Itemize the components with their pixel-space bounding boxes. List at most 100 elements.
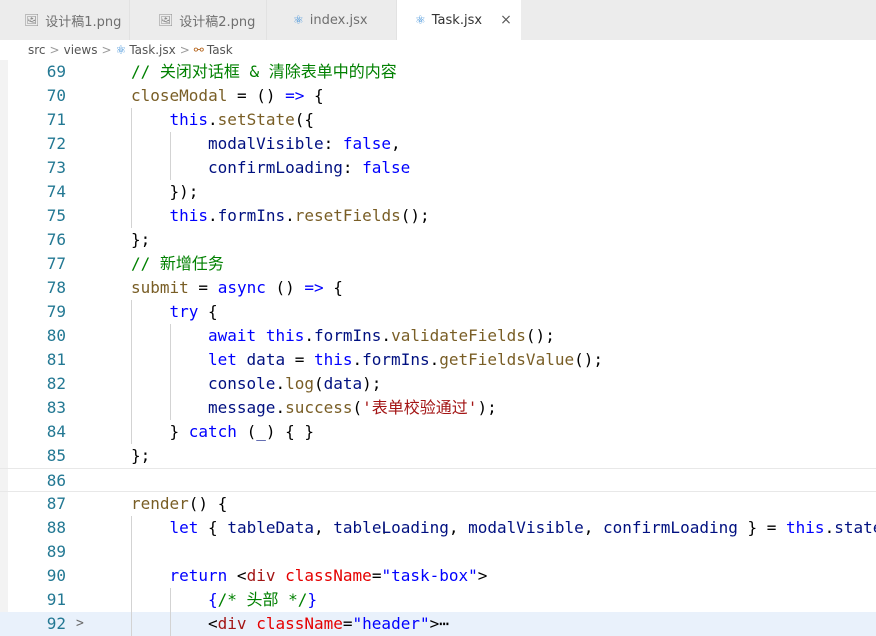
- indent-guide: [131, 588, 132, 612]
- code-token: {: [198, 518, 227, 537]
- code-line[interactable]: 91{/* 头部 */}: [0, 588, 876, 612]
- code-line[interactable]: 83message.success('表单校验通过');: [0, 396, 876, 420]
- code-token: };: [131, 230, 150, 249]
- code-token: {: [208, 590, 218, 609]
- tab-task-jsx[interactable]: ⚛ Task.jsx ×: [397, 0, 521, 40]
- code-token: modalVisible: [468, 518, 584, 537]
- indent-guide: [131, 396, 132, 420]
- chevron-right-icon: >: [101, 43, 111, 57]
- react-icon: ⚛: [116, 43, 127, 57]
- code-token: message: [208, 398, 275, 417]
- code-line[interactable]: 78submit = async () => {: [0, 276, 876, 300]
- line-number: 76: [0, 228, 66, 252]
- line-number: 86: [0, 469, 66, 493]
- code-line[interactable]: 87render() {: [0, 492, 876, 516]
- code-token: resetFields: [295, 206, 401, 225]
- line-number: 69: [0, 60, 66, 84]
- code-token: this: [170, 110, 209, 129]
- line-number: 73: [0, 156, 66, 180]
- code-text: render() {: [131, 492, 227, 516]
- code-line[interactable]: 82console.log(data);: [0, 372, 876, 396]
- tab-design-1[interactable]: 🖼 设计稿1.png: [0, 0, 130, 40]
- tab-label: 设计稿2.png: [179, 11, 255, 30]
- code-line[interactable]: 89: [0, 540, 876, 564]
- tab-label: Task.jsx: [432, 13, 482, 28]
- line-number: 71: [0, 108, 66, 132]
- code-token: );: [362, 374, 381, 393]
- code-token: =>: [285, 86, 304, 105]
- code-token: .: [275, 398, 285, 417]
- code-text: <div className="header">⋯: [208, 612, 449, 636]
- indent-guide: [131, 516, 132, 540]
- code-line[interactable]: 80await this.formIns.validateFields();: [0, 324, 876, 348]
- code-token: .: [208, 206, 218, 225]
- code-line[interactable]: 71 this.setState({: [0, 108, 876, 132]
- breadcrumb-item-file[interactable]: Task.jsx: [129, 43, 175, 57]
- line-number: 89: [0, 540, 66, 564]
- tab-design-2[interactable]: 🖼 设计稿2.png: [130, 0, 267, 40]
- code-token: .: [275, 374, 285, 393]
- code-line[interactable]: 76};: [0, 228, 876, 252]
- code-line[interactable]: 72modalVisible: false,: [0, 132, 876, 156]
- code-token: getFieldsValue: [439, 350, 574, 369]
- code-token: setState: [218, 110, 295, 129]
- code-line[interactable]: 69// 关闭对话框 & 清除表单中的内容: [0, 60, 876, 84]
- code-token: [247, 614, 257, 633]
- line-number: 81: [0, 348, 66, 372]
- code-token: render: [131, 494, 189, 513]
- code-line[interactable]: 77// 新增任务: [0, 252, 876, 276]
- code-editor[interactable]: I 69// 关闭对话框 & 清除表单中的内容70closeModal = ()…: [0, 60, 876, 628]
- code-token: className: [285, 566, 372, 585]
- code-line[interactable]: 81let data = this.formIns.getFieldsValue…: [0, 348, 876, 372]
- indent-guide: [170, 612, 171, 636]
- code-token: } =: [738, 518, 786, 537]
- code-token: false: [343, 134, 391, 153]
- indent-guide: [131, 156, 132, 180]
- code-line[interactable]: 79try {: [0, 300, 876, 324]
- code-token: :: [343, 158, 362, 177]
- code-line[interactable]: 73confirmLoading: false: [0, 156, 876, 180]
- breadcrumb-item-symbol[interactable]: Task: [207, 43, 233, 57]
- code-line[interactable]: 86: [0, 468, 876, 492]
- code-token: .: [208, 110, 218, 129]
- code-token: }: [307, 590, 317, 609]
- code-line[interactable]: 74});: [0, 180, 876, 204]
- code-token: ();: [526, 326, 555, 345]
- code-text: return <div className="task-box">: [170, 564, 488, 588]
- code-token: confirmLoading: [603, 518, 738, 537]
- indent-guide: [131, 132, 132, 156]
- code-token: await: [208, 326, 256, 345]
- code-token: data: [247, 350, 286, 369]
- code-token: false: [362, 158, 410, 177]
- code-line[interactable]: 70closeModal = () => {: [0, 84, 876, 108]
- code-line[interactable]: 92><div className="header">⋯: [0, 612, 876, 636]
- code-token: this: [266, 326, 305, 345]
- code-line[interactable]: 88let { tableData, tableLoading, modalVi…: [0, 516, 876, 540]
- code-token: submit: [131, 278, 189, 297]
- code-token: );: [477, 398, 496, 417]
- line-number: 84: [0, 420, 66, 444]
- close-icon[interactable]: ×: [499, 12, 513, 28]
- breadcrumb-item-src[interactable]: src: [28, 43, 46, 57]
- breadcrumb-item-views[interactable]: views: [64, 43, 98, 57]
- code-text: });: [170, 180, 199, 204]
- code-text: message.success('表单校验通过');: [208, 396, 497, 420]
- code-token: [256, 326, 266, 345]
- code-line[interactable]: 85};: [0, 444, 876, 468]
- tab-label: index.jsx: [310, 13, 368, 28]
- indent-guide: [131, 420, 132, 444]
- line-number: 75: [0, 204, 66, 228]
- fold-chevron-icon[interactable]: >: [76, 612, 84, 636]
- code-token: ({: [295, 110, 314, 129]
- tab-index-jsx[interactable]: ⚛ index.jsx: [267, 0, 397, 40]
- code-token: formIns: [314, 326, 381, 345]
- code-token: .: [285, 206, 295, 225]
- code-token: [237, 350, 247, 369]
- code-line[interactable]: 90return <div className="task-box">: [0, 564, 876, 588]
- image-icon: 🖼: [158, 13, 173, 27]
- code-token: ,: [584, 518, 603, 537]
- code-token: = (): [227, 86, 285, 105]
- code-line[interactable]: 75this.formIns.resetFields();: [0, 204, 876, 228]
- code-token: closeModal: [131, 86, 227, 105]
- code-line[interactable]: 84} catch (_) { }: [0, 420, 876, 444]
